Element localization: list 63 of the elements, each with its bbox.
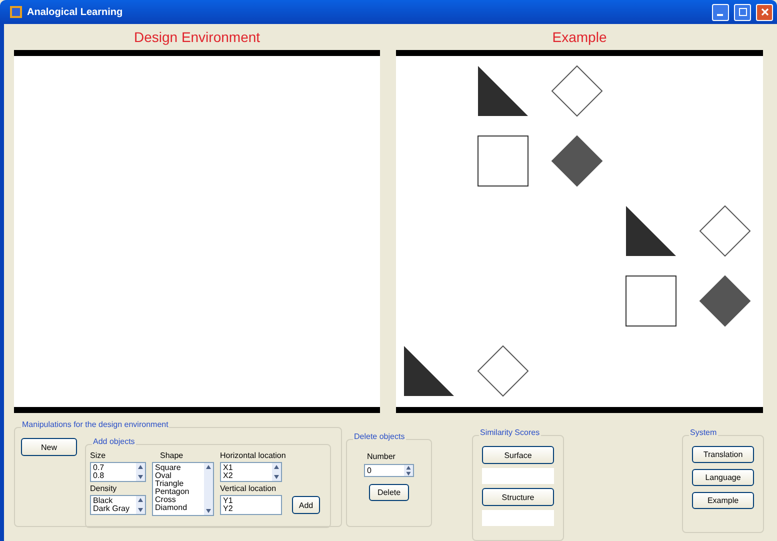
- field-label: Horizontal location: [220, 451, 287, 460]
- down-arrow-icon[interactable]: [137, 507, 144, 513]
- system-button[interactable]: Example: [692, 492, 754, 509]
- score-button[interactable]: Structure: [482, 488, 554, 506]
- up-arrow-icon[interactable]: [137, 497, 144, 503]
- list-box[interactable]: X1 X2: [220, 462, 282, 482]
- list-box[interactable]: 0.7 0.8: [90, 462, 146, 482]
- list-box[interactable]: Square Oval Triangle Pentagon Cross Diamond: [152, 462, 214, 516]
- list-item[interactable]: 0.8: [93, 472, 134, 480]
- group-title: Similarity Scores: [479, 428, 541, 437]
- window-title: Analogical Learning: [27, 6, 124, 18]
- list-item[interactable]: X1: [223, 464, 270, 472]
- scroll-bar[interactable]: [272, 463, 281, 481]
- maximize-icon: [738, 8, 746, 16]
- field-label: Density: [90, 484, 118, 493]
- list-item[interactable]: Triangle: [155, 480, 202, 488]
- minimize-button[interactable]: [712, 4, 729, 20]
- maximize-button[interactable]: [734, 4, 751, 20]
- group-title: Delete objects: [353, 432, 406, 441]
- scroll-bar[interactable]: [136, 496, 145, 514]
- list-item[interactable]: Dark Gray: [93, 505, 134, 513]
- group-title: System: [689, 428, 718, 437]
- output-field: [482, 468, 554, 484]
- up-arrow-icon[interactable]: [137, 464, 144, 470]
- list-item[interactable]: Diamond: [155, 504, 202, 512]
- down-arrow-icon[interactable]: [137, 474, 144, 480]
- panel-title: Design Environment: [132, 28, 262, 47]
- up-arrow-icon[interactable]: [205, 464, 212, 470]
- down-arrow-icon[interactable]: [205, 508, 212, 514]
- list-box[interactable]: Black Dark Gray: [90, 495, 146, 515]
- group-title: Manipulations for the design environment: [21, 420, 170, 429]
- close-icon: [760, 8, 768, 16]
- up-arrow-icon[interactable]: [405, 465, 412, 470]
- new-button[interactable]: New: [21, 438, 77, 456]
- system-button[interactable]: Translation: [692, 446, 754, 463]
- input-field[interactable]: Y1 Y2: [220, 495, 282, 515]
- close-button[interactable]: [756, 4, 773, 20]
- down-arrow-icon[interactable]: [405, 470, 412, 476]
- score-button[interactable]: Surface: [482, 446, 554, 464]
- group-title: Add objects: [92, 437, 136, 446]
- design-canvas[interactable]: [14, 50, 380, 413]
- scroll-bar[interactable]: [204, 463, 213, 515]
- field-label: Shape: [160, 451, 184, 460]
- list-item[interactable]: Black: [93, 497, 134, 505]
- output-field: [482, 510, 554, 526]
- delete-button[interactable]: Delete: [369, 484, 409, 501]
- list-item[interactable]: Oval: [155, 472, 202, 480]
- scroll-bar[interactable]: [136, 463, 145, 481]
- list-item[interactable]: Pentagon: [155, 488, 202, 496]
- field-label: Size: [90, 451, 107, 460]
- list-item[interactable]: X2: [223, 472, 270, 480]
- number-field[interactable]: 0: [364, 464, 414, 477]
- field-label: Number: [367, 452, 396, 461]
- list-item[interactable]: Square: [155, 464, 202, 472]
- list-item[interactable]: 0.7: [93, 464, 134, 472]
- down-arrow-icon[interactable]: [273, 474, 280, 480]
- up-arrow-icon[interactable]: [273, 464, 280, 470]
- field-label: Vertical location: [220, 484, 278, 493]
- panel-title: Example: [551, 28, 608, 47]
- list-item[interactable]: Cross: [155, 496, 202, 504]
- system-button[interactable]: Language: [692, 469, 754, 486]
- app-icon: [10, 6, 22, 18]
- add-button[interactable]: Add: [292, 496, 320, 514]
